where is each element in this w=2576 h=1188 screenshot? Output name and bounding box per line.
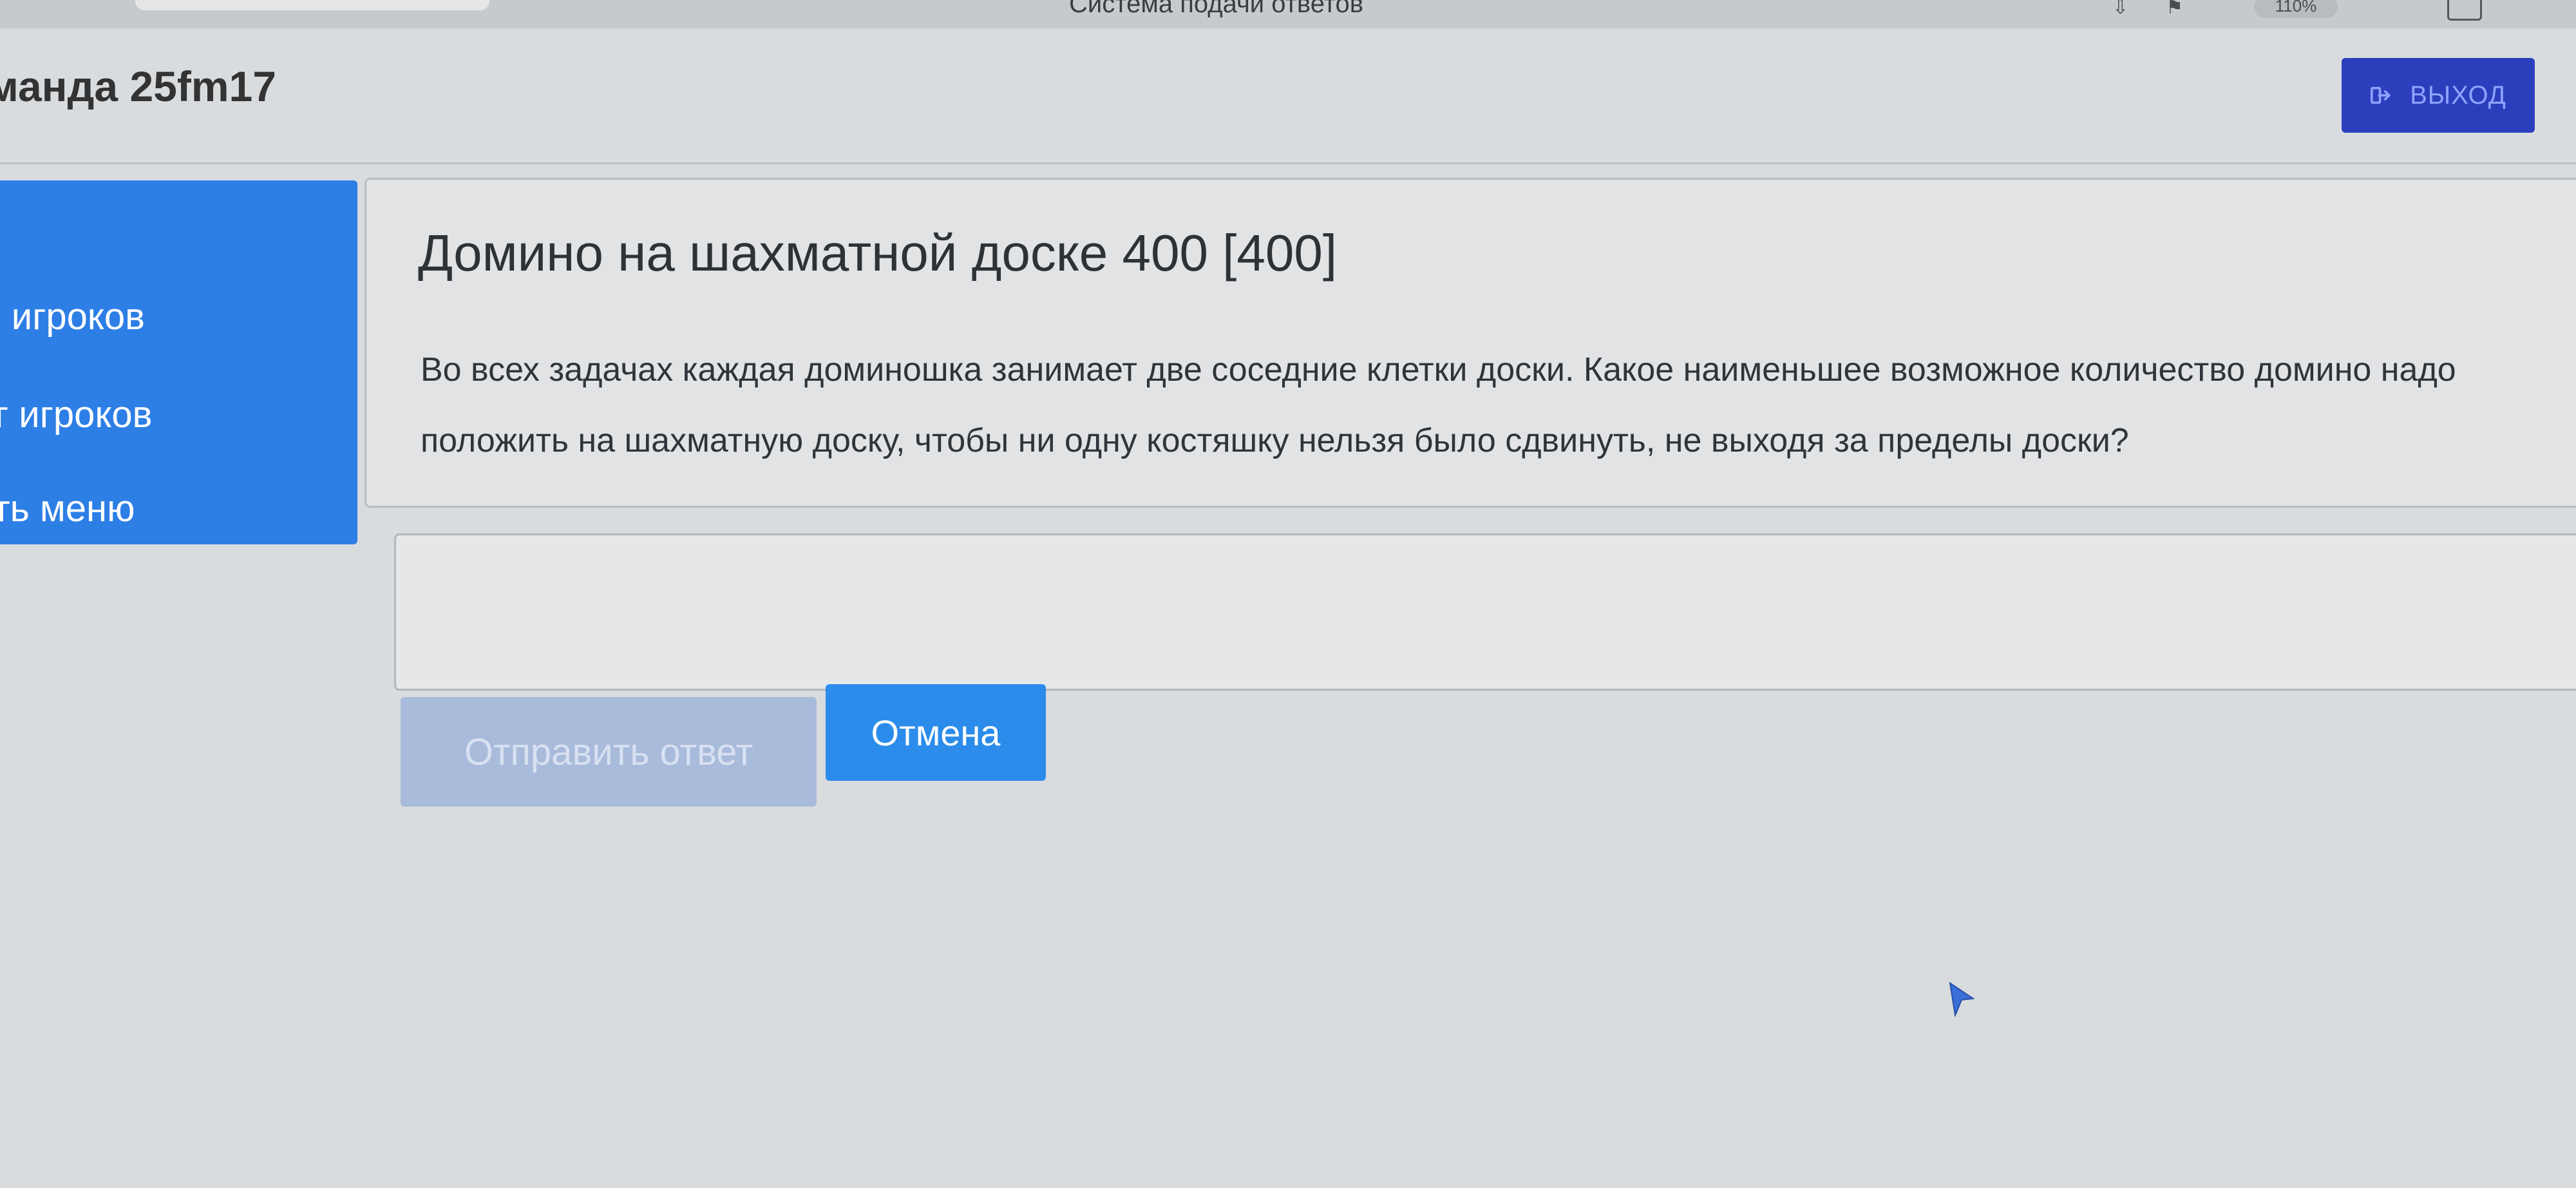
bookmark-icon[interactable]: ⚑	[2166, 0, 2221, 18]
header-divider	[0, 162, 2576, 164]
browser-window-title: Система подачи ответов	[1069, 0, 1364, 18]
sidebar-item-label: ы игроков	[0, 296, 145, 338]
zoom-level-badge[interactable]: 110%	[2254, 0, 2338, 18]
submit-answer-button[interactable]: Отправить ответ	[401, 697, 817, 807]
logout-button[interactable]: выход	[2342, 58, 2535, 133]
mouse-pointer-icon	[1949, 982, 1975, 1017]
sidebar-item-label: уть меню	[0, 488, 135, 530]
task-panel: Домино на шахматной доске 400 [400] Во в…	[365, 178, 2576, 508]
task-title: Домино на шахматной доске 400 [400]	[418, 224, 1338, 282]
tabs-icon[interactable]	[2447, 0, 2482, 21]
sidebar-menu: ы игроков нг игроков уть меню	[0, 180, 357, 544]
browser-tab[interactable]	[135, 0, 489, 10]
task-statement: Во всех задачах каждая доминошка занимае…	[421, 351, 2456, 459]
answer-input[interactable]	[394, 533, 2576, 691]
sidebar-item-players-list[interactable]: ы игроков	[0, 295, 145, 338]
cancel-button[interactable]: Отмена	[826, 684, 1046, 781]
sidebar-item-players-rating[interactable]: нг игроков	[0, 393, 152, 436]
sidebar-item-collapse-menu[interactable]: уть меню	[0, 487, 135, 530]
browser-toolbar-icons: ⇩⚑	[2112, 0, 2221, 19]
browser-top-bar: Система подачи ответов ⇩⚑ 110%	[0, 0, 2576, 28]
team-name: манда 25fm17	[0, 62, 276, 110]
logout-icon	[2371, 86, 2391, 104]
logout-label: выход	[2410, 81, 2506, 110]
download-icon[interactable]: ⇩	[2112, 0, 2166, 18]
sidebar-item-label: нг игроков	[0, 394, 153, 436]
